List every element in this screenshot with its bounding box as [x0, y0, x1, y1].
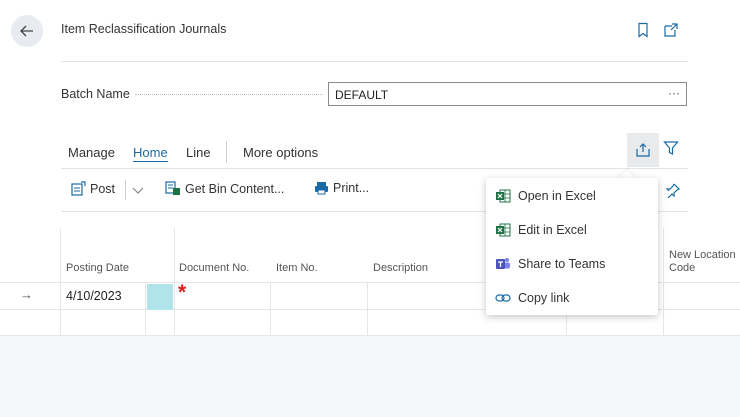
post-button[interactable]: Post: [71, 181, 115, 196]
menu-item-label: Copy link: [518, 291, 570, 305]
tab-home[interactable]: Home: [133, 145, 168, 162]
selected-cell[interactable]: [147, 284, 173, 310]
row-indicator-icon: →: [20, 287, 33, 302]
pin-icon[interactable]: [665, 182, 681, 198]
tab-more-options[interactable]: More options: [243, 145, 318, 160]
get-bin-content-button[interactable]: Get Bin Content...: [165, 181, 284, 196]
menu-item-label: Edit in Excel: [518, 223, 587, 237]
column-header-new-location-code[interactable]: New Location Code: [669, 249, 739, 275]
menu-item-share-to-teams[interactable]: Share to Teams: [486, 247, 658, 281]
page-title: Item Reclassification Journals: [61, 22, 227, 36]
batch-name-leader: [135, 94, 323, 95]
open-in-new-window-icon[interactable]: [663, 22, 679, 38]
required-indicator: *: [178, 281, 187, 304]
tab-separator: [226, 141, 227, 163]
batch-name-label: Batch Name: [61, 87, 130, 101]
menu-item-copy-link[interactable]: Copy link: [486, 281, 658, 315]
post-separator: [125, 180, 126, 200]
batch-name-field[interactable]: DEFAULT ···: [328, 82, 687, 106]
print-button[interactable]: Print...: [314, 181, 369, 195]
chevron-down-icon[interactable]: [131, 183, 145, 197]
posting-date-cell[interactable]: 4/10/2023: [66, 289, 122, 303]
arrow-left-icon: [19, 23, 35, 39]
excel-icon: [495, 188, 511, 204]
teams-icon: [495, 256, 511, 272]
menu-item-label: Share to Teams: [518, 257, 606, 271]
get-bin-content-label: Get Bin Content...: [185, 181, 285, 196]
menu-item-label: Open in Excel: [518, 189, 596, 203]
tab-line[interactable]: Line: [186, 145, 211, 160]
printer-icon: [314, 181, 329, 195]
print-label: Print...: [333, 181, 370, 195]
bin-content-icon: [165, 181, 181, 196]
tabs-divider: [61, 168, 688, 169]
tab-manage[interactable]: Manage: [68, 145, 115, 160]
share-button[interactable]: [627, 133, 659, 167]
batch-name-value: DEFAULT: [335, 88, 389, 102]
link-icon: [495, 290, 511, 306]
post-icon: [71, 181, 86, 196]
menu-item-edit-in-excel[interactable]: Edit in Excel: [486, 213, 658, 247]
batch-lookup-button[interactable]: ···: [668, 86, 680, 100]
header-divider: [61, 61, 688, 62]
column-header-document-no[interactable]: Document No.: [179, 262, 249, 275]
excel-icon: [495, 222, 511, 238]
filter-icon[interactable]: [663, 140, 679, 156]
column-header-posting-date[interactable]: Posting Date: [66, 262, 129, 275]
share-icon: [635, 142, 651, 158]
share-menu: Open in Excel Edit in Excel Share to Tea…: [486, 178, 658, 315]
bookmark-icon[interactable]: [636, 22, 650, 38]
column-header-item-no[interactable]: Item No.: [276, 262, 318, 275]
empty-area: [0, 336, 740, 417]
menu-item-open-in-excel[interactable]: Open in Excel: [486, 179, 658, 213]
column-header-description[interactable]: Description: [373, 262, 428, 275]
back-button[interactable]: [11, 15, 43, 47]
post-label: Post: [90, 181, 116, 196]
